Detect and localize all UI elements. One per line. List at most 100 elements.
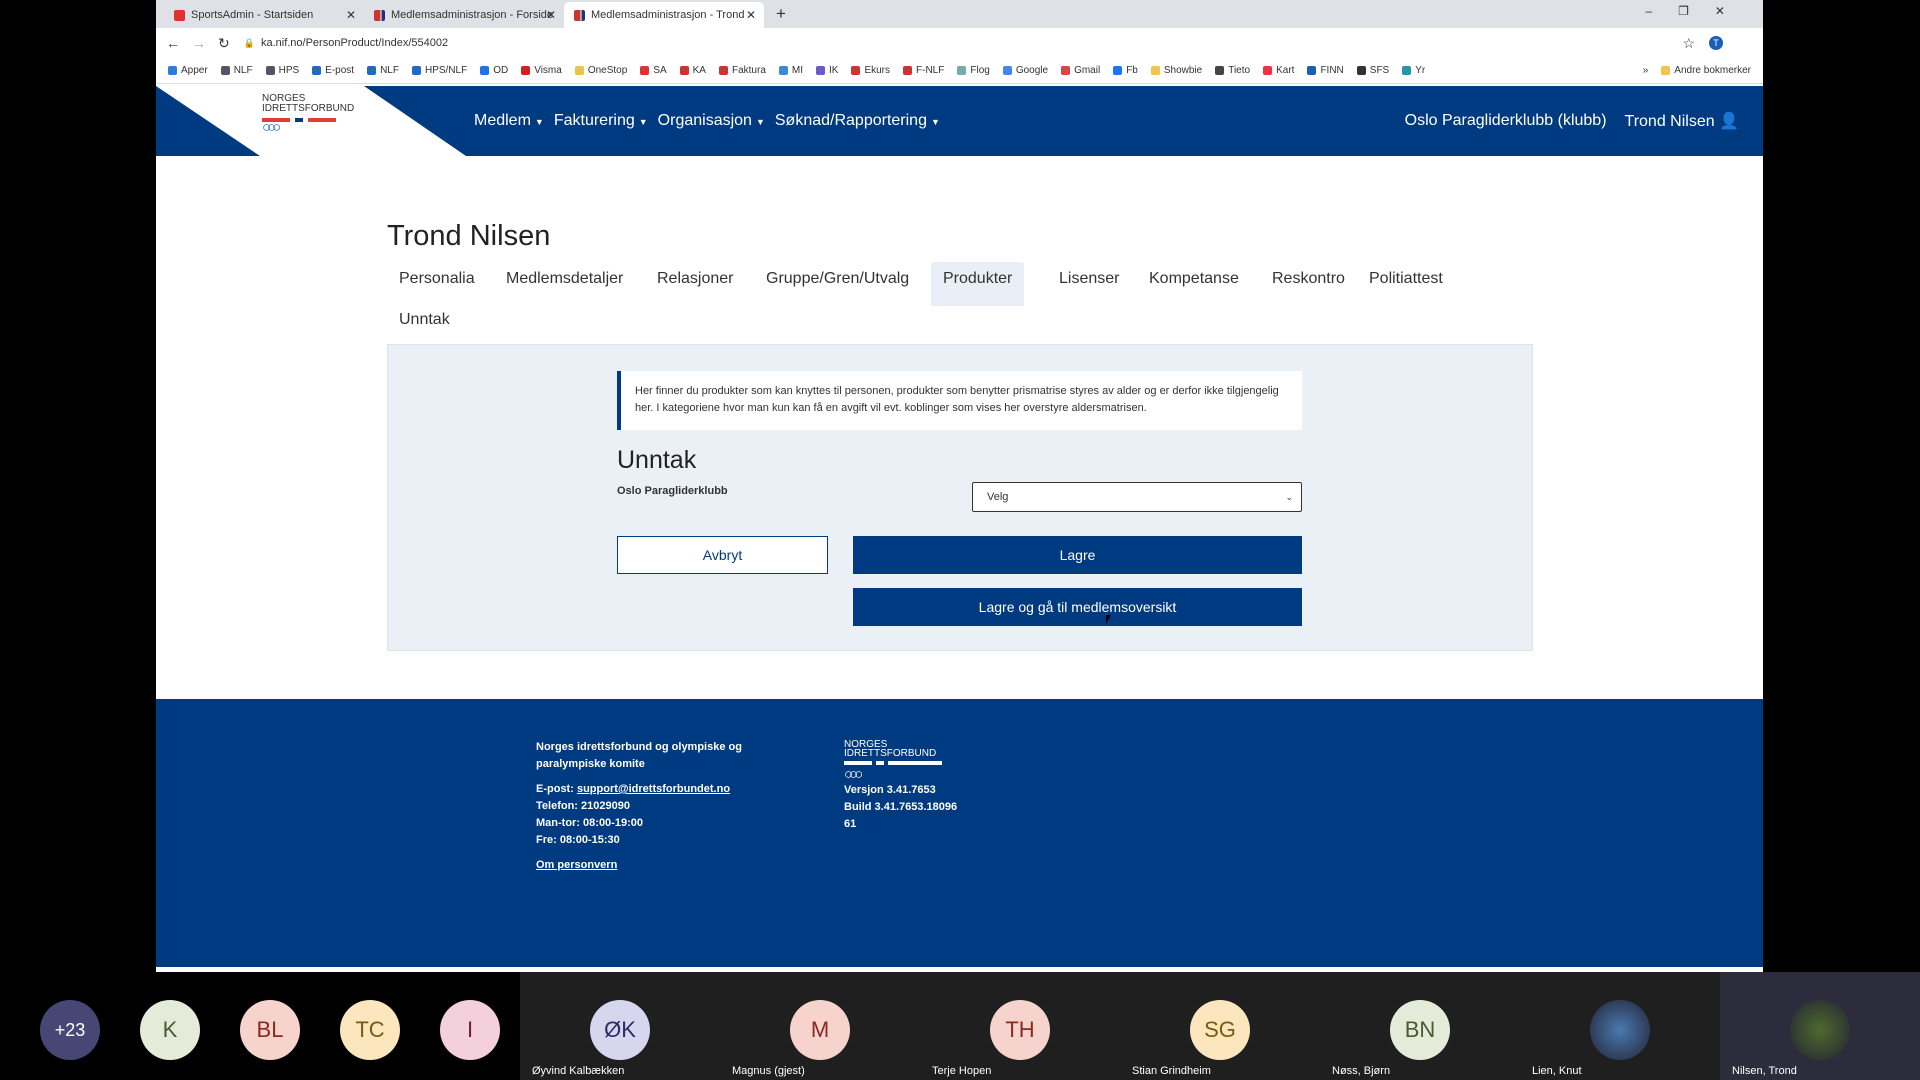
folder-icon: [1661, 66, 1671, 75]
participant-tile[interactable]: Lien, Knut: [1520, 972, 1720, 1080]
more-bookmarks-button[interactable]: »: [1643, 65, 1649, 76]
tab-unntak[interactable]: Unntak: [387, 303, 462, 337]
bookmark-item[interactable]: Showbie: [1150, 65, 1202, 76]
participant-tile[interactable]: Nilsen, Trond: [1720, 972, 1920, 1080]
tab-personalia[interactable]: Personalia: [387, 262, 487, 296]
participant-name: Stian Grindheim: [1132, 1065, 1211, 1077]
nav-medlem[interactable]: Medlem ▼: [474, 112, 544, 130]
user-menu[interactable]: Trond Nilsen 👤: [1625, 111, 1739, 131]
participant-tile[interactable]: TH Terje Hopen: [920, 972, 1120, 1080]
bookmark-item[interactable]: HPS: [265, 65, 299, 76]
bookmark-item[interactable]: IK: [816, 65, 838, 76]
club-selector[interactable]: Oslo Paragliderklubb (klubb): [1405, 112, 1607, 130]
bookmark-star-icon[interactable]: ☆: [1682, 35, 1695, 52]
browser-tab-active[interactable]: Medlemsadministrasjon - Trond ✕: [564, 2, 764, 28]
tab-reskontro[interactable]: Reskontro: [1260, 262, 1357, 296]
reload-icon[interactable]: ↻: [218, 35, 230, 52]
close-tab-icon[interactable]: ✕: [546, 8, 556, 22]
main-nav: Medlem ▼ Fakturering ▼ Organisasjon ▼ Søkna…: [474, 86, 940, 156]
bookmark-icon: [957, 66, 967, 75]
bookmark-icon: [718, 66, 728, 75]
browser-tab[interactable]: Medlemsadministrasjon - Forside ✕: [364, 2, 564, 28]
footer-build: Build 3.41.7653.18096: [844, 801, 958, 813]
url-input[interactable]: ka.nif.no/PersonProduct/Index/554002: [261, 37, 448, 49]
save-button[interactable]: Lagre: [853, 536, 1302, 574]
bookmark-item[interactable]: FINN: [1307, 65, 1344, 76]
tab-medlemsdetaljer[interactable]: Medlemsdetaljer: [494, 262, 635, 296]
nif-logo[interactable]: NORGES IDRETTSFORBUND ○○○: [262, 94, 354, 135]
bookmark-item[interactable]: Gmail: [1061, 65, 1100, 76]
bookmark-icon: [1113, 66, 1123, 75]
nav-fakturering[interactable]: Fakturering ▼: [554, 112, 648, 130]
participant-name: Nilsen, Trond: [1732, 1065, 1797, 1077]
bookmark-item[interactable]: F-NLF: [903, 65, 944, 76]
bookmark-item[interactable]: OD: [480, 65, 508, 76]
bookmark-item[interactable]: HPS/NLF: [411, 65, 467, 76]
exception-select[interactable]: Velg ⌄: [972, 482, 1302, 512]
bookmark-item[interactable]: Apper: [168, 65, 208, 76]
new-tab-button[interactable]: +: [776, 4, 786, 24]
bookmark-item[interactable]: SA: [640, 65, 667, 76]
bookmark-icon: [168, 66, 177, 75]
tab-politiattest[interactable]: Politiattest: [1357, 262, 1455, 296]
bookmark-item[interactable]: Visma: [521, 65, 562, 76]
cancel-button[interactable]: Avbryt: [617, 536, 828, 574]
close-tab-icon[interactable]: ✕: [346, 8, 356, 22]
bookmark-item[interactable]: NLF: [367, 65, 399, 76]
bookmark-item[interactable]: E-post: [312, 65, 354, 76]
bookmark-item[interactable]: Faktura: [718, 65, 766, 76]
bookmark-item[interactable]: Ekurs: [851, 65, 890, 76]
participant-tile[interactable]: BN Nøss, Bjørn: [1320, 972, 1520, 1080]
bookmark-item[interactable]: KA: [679, 65, 706, 76]
bookmark-item[interactable]: Fb: [1113, 65, 1138, 76]
tab-lisenser[interactable]: Lisenser: [1047, 262, 1131, 296]
bookmark-item[interactable]: Kart: [1263, 65, 1294, 76]
footer-hours: Man-tor: 08:00-19:00: [536, 817, 643, 829]
support-email-link[interactable]: support@idrettsforbundet.no: [577, 783, 730, 795]
tab-produkter[interactable]: Produkter: [931, 262, 1025, 306]
window-controls[interactable]: –❐✕: [1646, 4, 1752, 18]
participant-tile[interactable]: M Magnus (gjest): [720, 972, 920, 1080]
participant-avatar[interactable]: K: [140, 1000, 200, 1060]
tab-title: Medlemsadministrasjon - Trond: [591, 9, 745, 21]
bookmark-item[interactable]: OneStop: [574, 65, 627, 76]
footer-hours: Fre: 08:00-15:30: [536, 834, 620, 846]
participant-avatar[interactable]: TC: [340, 1000, 400, 1060]
user-icon: 👤: [1719, 113, 1739, 130]
nif-icon: [374, 9, 385, 21]
bookmark-item[interactable]: SFS: [1356, 65, 1389, 76]
participant-tile[interactable]: SG Stian Grindheim: [1120, 972, 1320, 1080]
bookmark-item[interactable]: Flog: [957, 65, 990, 76]
nav-soknad[interactable]: Søknad/Rapportering ▼: [775, 112, 940, 130]
bookmark-item[interactable]: Tieto: [1215, 65, 1250, 76]
tab-relasjoner[interactable]: Relasjoner: [645, 262, 745, 296]
overflow-participants-button[interactable]: +23: [40, 1000, 100, 1060]
bookmark-item[interactable]: NLF: [220, 65, 253, 76]
participant-avatar: BN: [1390, 1000, 1450, 1060]
save-and-go-button[interactable]: Lagre og gå til medlemsoversikt: [853, 588, 1302, 626]
bookmark-item[interactable]: MI: [778, 65, 803, 76]
participant-name: Magnus (gjest): [732, 1065, 805, 1077]
other-bookmarks[interactable]: Andre bokmerker: [1661, 65, 1751, 76]
participant-avatar[interactable]: I: [440, 1000, 500, 1060]
browser-tab[interactable]: SportsAdmin - Startsiden ✕: [164, 2, 364, 28]
profile-avatar[interactable]: T: [1709, 36, 1723, 50]
bookmark-icon: [778, 66, 788, 75]
participant-avatar: SG: [1190, 1000, 1250, 1060]
info-box: Her finner du produkter som kan knyttes …: [617, 371, 1302, 430]
tab-kompetanse[interactable]: Kompetanse: [1137, 262, 1251, 296]
participant-avatar[interactable]: BL: [240, 1000, 300, 1060]
bookmark-item[interactable]: Google: [1002, 65, 1048, 76]
close-tab-icon[interactable]: ✕: [746, 8, 756, 22]
bookmark-item[interactable]: Yr: [1402, 65, 1425, 76]
privacy-link[interactable]: Om personvern: [536, 859, 617, 871]
nav-organisasjon[interactable]: Organisasjon ▼: [658, 112, 765, 130]
bookmark-icon: [851, 66, 861, 75]
tab-gruppegrenutvalg[interactable]: Gruppe/Gren/Utvalg: [754, 262, 921, 296]
forward-icon[interactable]: →: [192, 35, 206, 51]
participant-avatar: [1590, 1000, 1650, 1060]
participant-avatar: TH: [990, 1000, 1050, 1060]
back-icon[interactable]: ←: [166, 35, 180, 51]
participant-tile[interactable]: ØK Øyvind Kalbækken: [520, 972, 720, 1080]
bookmark-icon: [1307, 66, 1317, 75]
